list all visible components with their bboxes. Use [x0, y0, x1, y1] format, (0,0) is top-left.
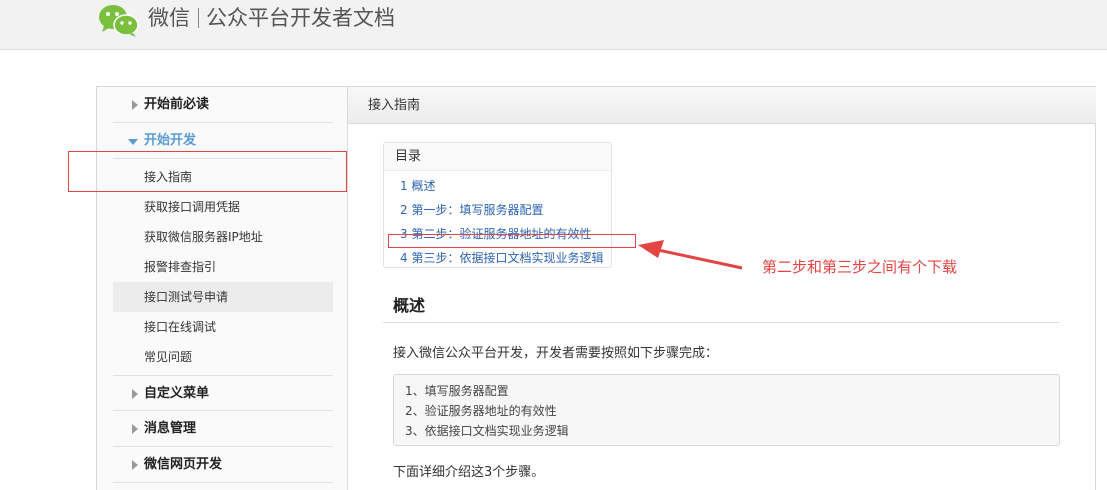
toc-link-step-one[interactable]: 2 第一步：填写服务器配置: [400, 201, 543, 218]
wechat-logo-icon[interactable]: [96, 2, 140, 38]
sidebar-group-label: 开始前必读: [144, 97, 210, 112]
sidebar-group-message-mgmt[interactable]: 消息管理: [113, 411, 333, 447]
chevron-right-icon: [132, 100, 138, 110]
sidebar-group-label: 微信网页开发: [144, 457, 223, 472]
brand-name: 微信: [148, 6, 190, 30]
sidebar-group-custom-menu[interactable]: 自定义菜单: [113, 375, 333, 411]
section-title: 概述: [393, 296, 426, 315]
step-line: 1、填写服务器配置: [405, 384, 509, 398]
brand-subtitle: 公众平台开发者文档: [206, 6, 395, 30]
chevron-right-icon: [132, 460, 138, 470]
toc-title: 目录: [384, 143, 611, 171]
sidebar-item-server-ip[interactable]: 获取微信服务器IP地址: [113, 222, 333, 252]
annotation-arrow-icon: [638, 240, 743, 270]
sidebar-item-online-debug[interactable]: 接口在线调试: [113, 312, 333, 342]
toc-link-overview[interactable]: 1 概述: [400, 177, 435, 194]
annotation-note: 第二步和第三步之间有个下载: [762, 258, 958, 276]
steps-box: 1、填写服务器配置 2、验证服务器地址的有效性 3、依据接口文档实现业务逻辑: [393, 374, 1060, 446]
chevron-right-icon: [132, 424, 138, 434]
sidebar-group-label: 自定义菜单: [144, 386, 210, 401]
sidebar-item-faq[interactable]: 常见问题: [113, 342, 333, 372]
section-divider: [383, 322, 1060, 323]
step-line: 2、验证服务器地址的有效性: [405, 404, 557, 418]
sidebar-group-before-start[interactable]: 开始前必读: [113, 87, 333, 123]
sidebar-group-label: 消息管理: [144, 421, 197, 436]
sidebar-nav: 开始前必读 开始开发 接入指南 获取接口调用凭据 获取微信服务器IP地址 报警排…: [96, 86, 348, 490]
content-header-title: 接入指南: [348, 87, 1096, 124]
annotation-highlight-toc: [388, 234, 636, 248]
annotation-highlight-sidebar: [68, 151, 347, 192]
sidebar-item-access-token[interactable]: 获取接口调用凭据: [113, 192, 333, 222]
chevron-right-icon: [132, 389, 138, 399]
sidebar-item-test-account[interactable]: 接口测试号申请: [113, 282, 333, 312]
brand-title[interactable]: 微信 公众平台开发者文档: [148, 4, 395, 32]
chevron-down-icon: [128, 139, 138, 145]
table-of-contents: 目录 1 概述 2 第一步：填写服务器配置 3 第二步：验证服务器地址的有效性 …: [383, 142, 612, 268]
brand-separator: [198, 8, 199, 28]
sidebar-group-web-dev[interactable]: 微信网页开发: [113, 447, 333, 483]
step-line: 3、依据接口文档实现业务逻辑: [405, 424, 569, 438]
sidebar-item-alarm-guide[interactable]: 报警排查指引: [113, 252, 333, 282]
intro-paragraph: 接入微信公众平台开发，开发者需要按照如下步骤完成：: [393, 346, 719, 361]
top-bar: 微信 公众平台开发者文档: [0, 0, 1107, 50]
outro-paragraph: 下面详细介绍这3个步骤。: [393, 465, 545, 480]
toc-link-step-three[interactable]: 4 第三步：依据接口文档实现业务逻辑: [400, 249, 603, 266]
